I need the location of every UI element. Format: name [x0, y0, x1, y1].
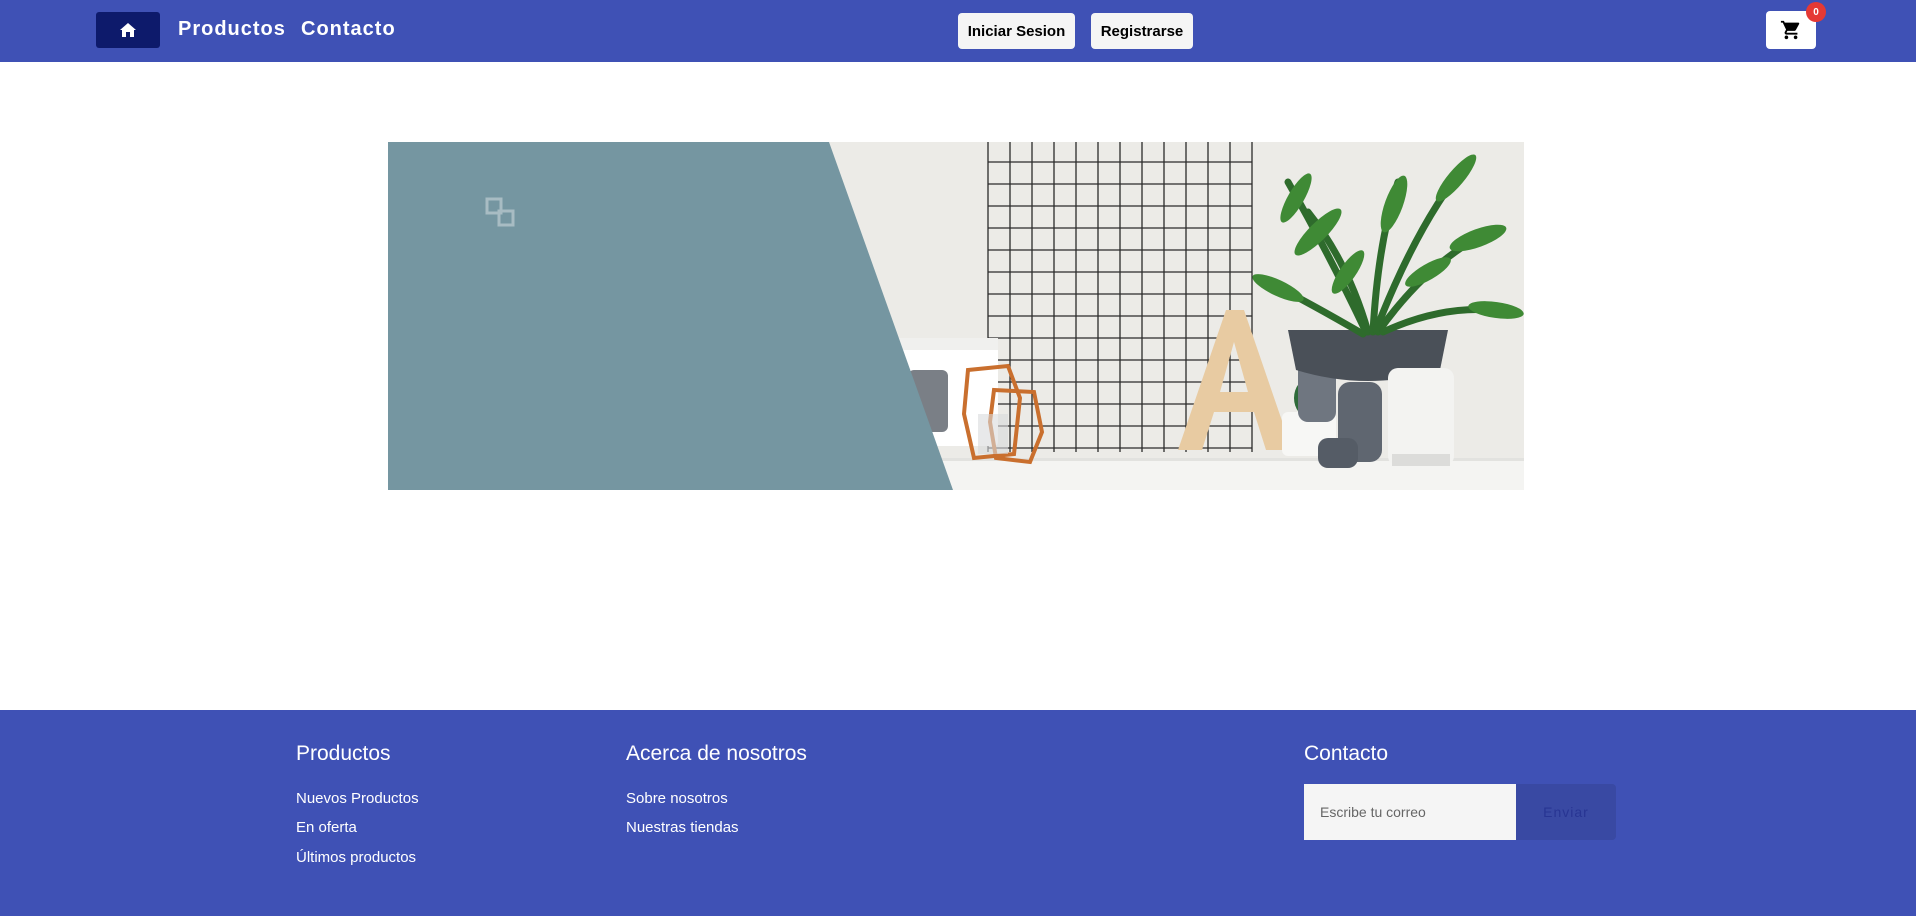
login-button[interactable]: Iniciar Sesion	[958, 13, 1075, 49]
footer-heading-contacto: Contacto	[1304, 742, 1389, 765]
footer-link-ultimos-productos[interactable]: Últimos productos	[296, 849, 416, 866]
banner-image	[388, 142, 1524, 490]
site-footer: Productos Nuevos Productos En oferta Últ…	[0, 710, 1916, 916]
nav-link-productos[interactable]: Productos	[178, 18, 286, 41]
nav-link-contacto[interactable]: Contacto	[301, 18, 396, 41]
copy-icon	[485, 197, 515, 227]
footer-heading-productos: Productos	[296, 742, 391, 765]
top-navbar: Productos Contacto Iniciar Sesion Regist…	[0, 0, 1916, 62]
email-input[interactable]	[1304, 784, 1516, 840]
home-icon	[120, 23, 136, 37]
hero-banner	[388, 142, 1524, 490]
footer-link-nuevos-productos[interactable]: Nuevos Productos	[296, 790, 419, 807]
footer-link-nuestras-tiendas[interactable]: Nuestras tiendas	[626, 819, 739, 836]
footer-link-en-oferta[interactable]: En oferta	[296, 819, 357, 836]
register-button[interactable]: Registrarse	[1091, 13, 1193, 49]
cart-icon	[1780, 20, 1800, 40]
footer-link-sobre-nosotros[interactable]: Sobre nosotros	[626, 790, 728, 807]
footer-heading-acerca: Acerca de nosotros	[626, 742, 807, 765]
cart-count-badge: 0	[1806, 2, 1826, 22]
send-button[interactable]: Enviar	[1516, 784, 1616, 840]
home-button[interactable]	[96, 12, 160, 48]
